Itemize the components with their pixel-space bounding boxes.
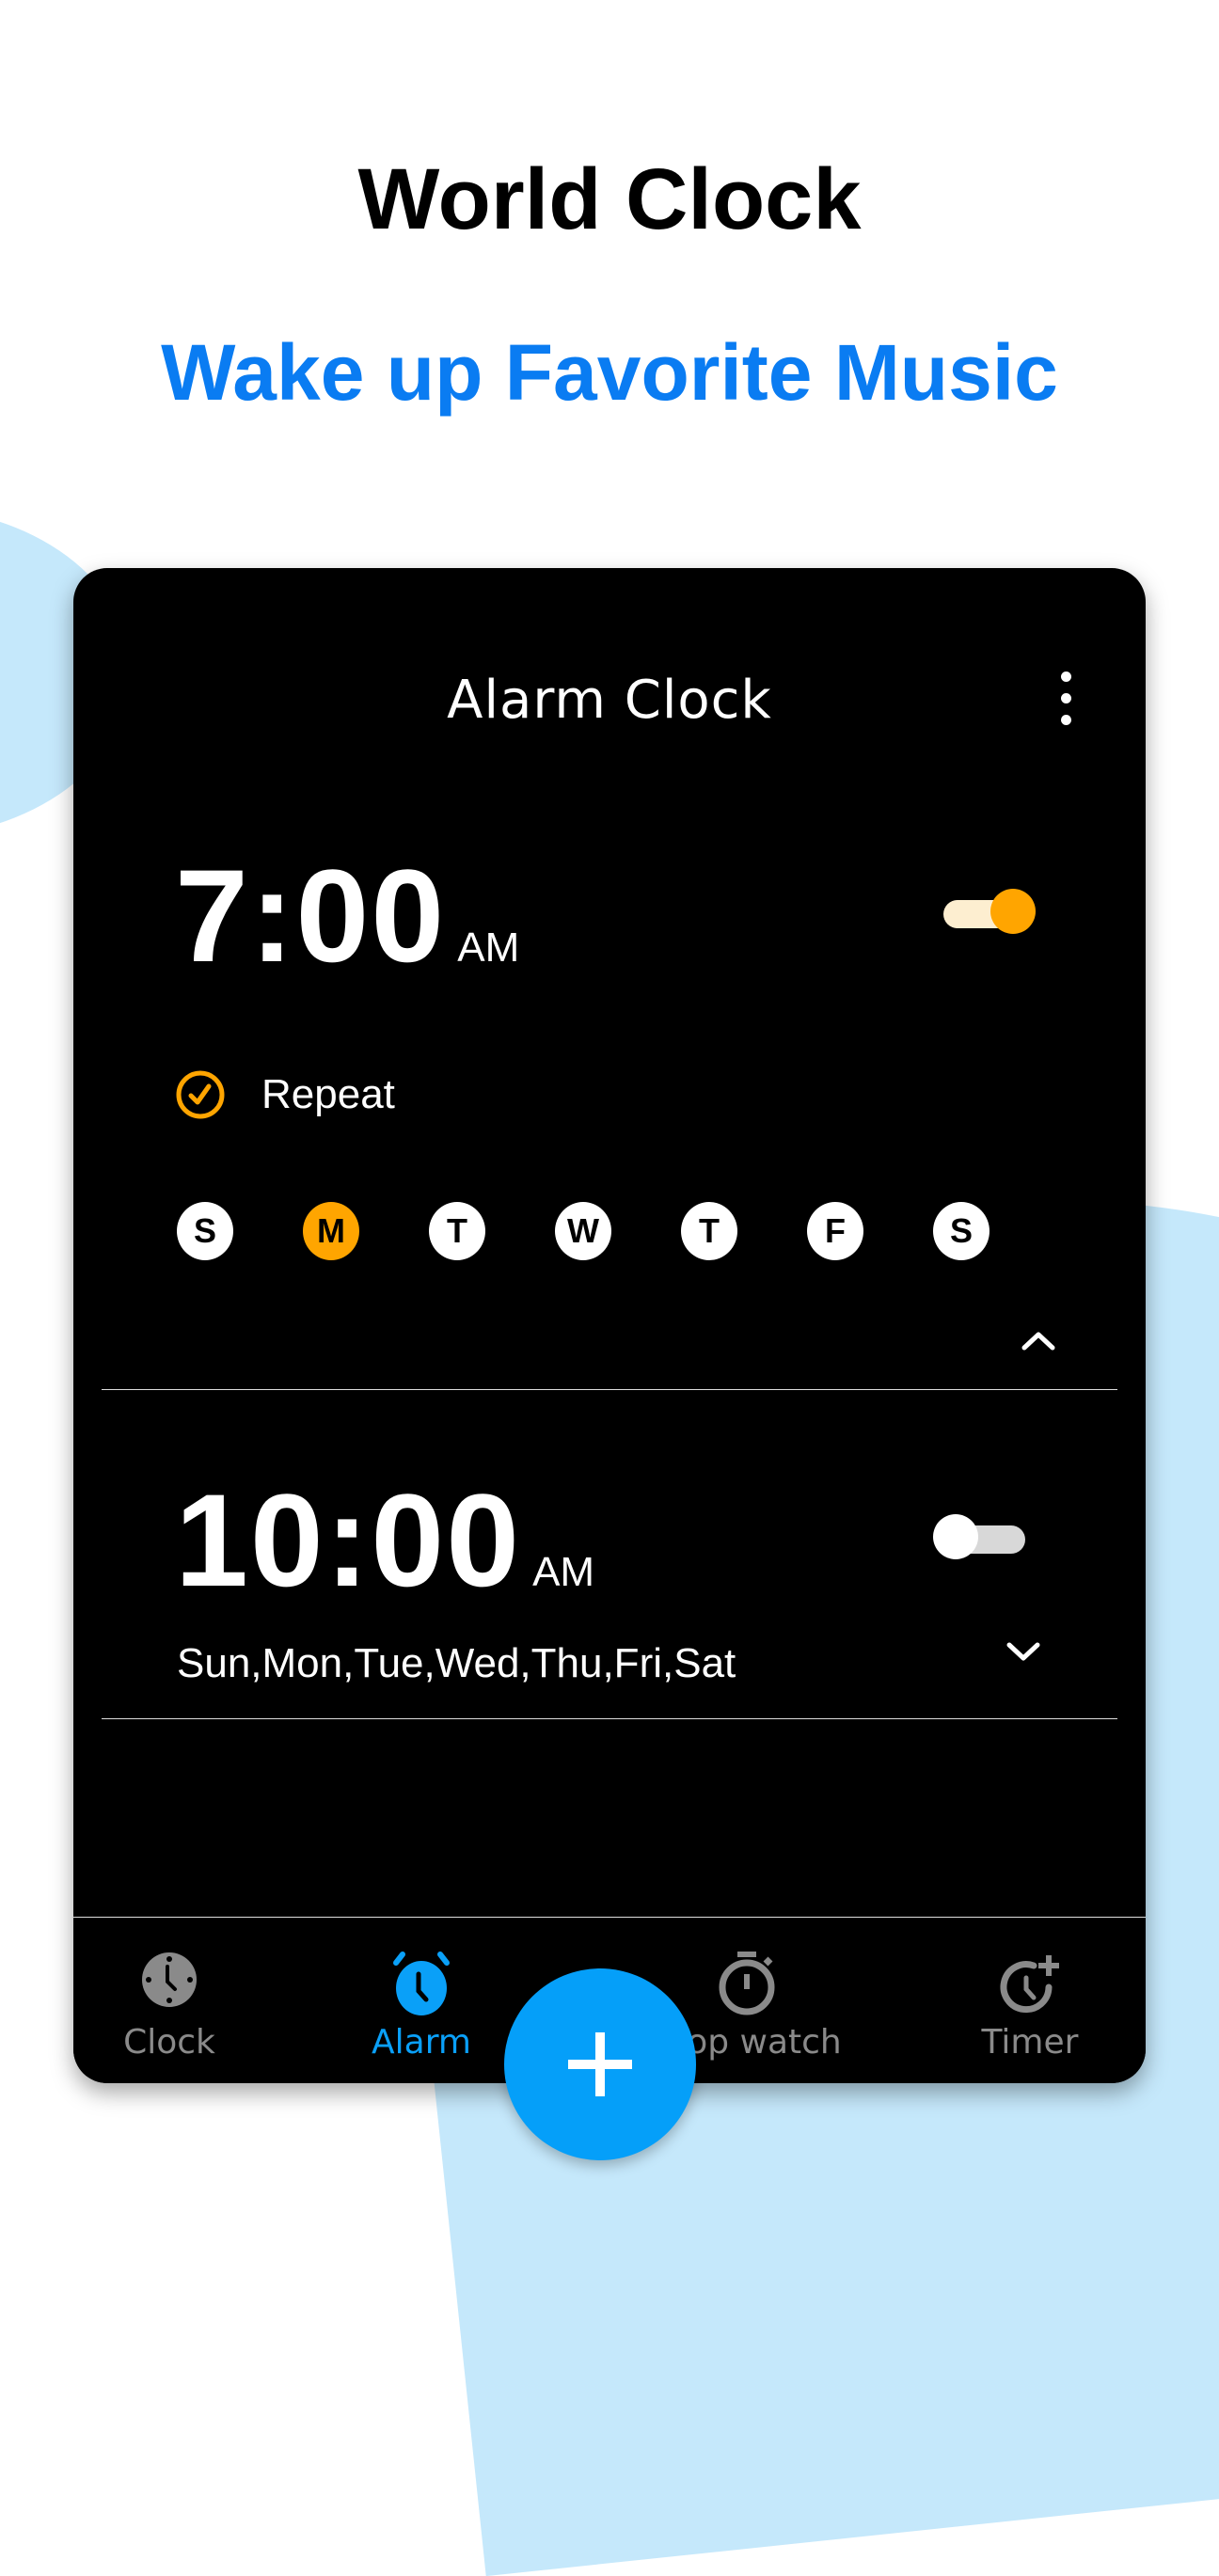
alarm-2-toggle[interactable]	[933, 1514, 1025, 1559]
stopwatch-icon	[719, 1952, 775, 2015]
promo-subheadline: Wake up Favorite Music	[161, 328, 1058, 417]
alarm-2-period: AM	[532, 1549, 595, 1595]
app-title: Alarm Clock	[447, 670, 772, 731]
check-circle-icon	[176, 1070, 225, 1119]
alarm-2-days-summary: Sun,Mon,Tue,Wed,Thu,Fri,Sat	[177, 1640, 736, 1686]
toggle-knob	[933, 1514, 978, 1559]
nav-label: Timer	[981, 2023, 1079, 2062]
toggle-knob	[990, 889, 1036, 934]
plus-icon	[568, 2032, 632, 2096]
day-tuesday[interactable]: T	[429, 1202, 485, 1260]
clock-icon	[142, 1952, 197, 2007]
day-friday[interactable]: F	[807, 1202, 863, 1260]
day-thursday[interactable]: T	[681, 1202, 737, 1260]
nav-label: Clock	[123, 2023, 215, 2062]
alarm-1-time[interactable]: 7:00 AM	[175, 850, 519, 982]
nav-item-timer[interactable]: Timer	[936, 1918, 1124, 2083]
chevron-up-icon[interactable]	[1020, 1328, 1057, 1352]
add-alarm-button[interactable]	[504, 1968, 696, 2160]
phone-screen: Alarm Clock 7:00 AM Repeat S M T W T F S …	[73, 568, 1146, 2083]
day-wednesday[interactable]: W	[555, 1202, 611, 1260]
chevron-down-icon[interactable]	[1005, 1640, 1042, 1665]
alarm-2-time-digits: 10:00	[175, 1466, 522, 1614]
alarm-1-toggle[interactable]	[943, 889, 1036, 934]
alarm-2-time[interactable]: 10:00 AM	[175, 1475, 594, 1606]
alarm-1-time-digits: 7:00	[175, 842, 447, 989]
alarm-icon	[393, 1952, 450, 2015]
day-sunday[interactable]: S	[177, 1202, 233, 1260]
weekday-selector: S M T W T F S	[177, 1202, 1061, 1260]
repeat-label: Repeat	[261, 1071, 395, 1117]
repeat-checkbox[interactable]: Repeat	[175, 1067, 395, 1123]
timer-icon	[1000, 1955, 1059, 2014]
divider	[102, 1389, 1117, 1390]
nav-item-clock[interactable]: Clock	[75, 1918, 263, 2083]
more-vertical-icon[interactable]	[1052, 672, 1080, 732]
day-monday[interactable]: M	[303, 1202, 359, 1260]
nav-label: Alarm	[372, 2023, 471, 2062]
divider	[102, 1718, 1117, 1719]
day-saturday[interactable]: S	[933, 1202, 989, 1260]
promo-headline: World Clock	[357, 151, 862, 247]
nav-item-alarm[interactable]: Alarm	[327, 1918, 515, 2083]
alarm-1-period: AM	[457, 925, 520, 971]
